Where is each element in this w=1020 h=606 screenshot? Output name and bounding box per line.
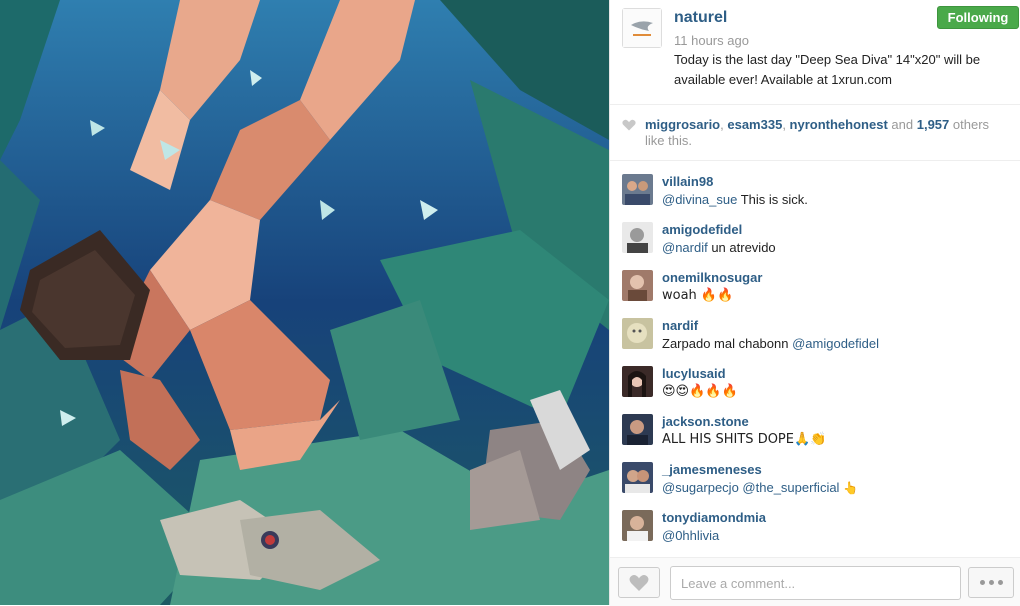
- more-dots-icon: [997, 580, 1003, 585]
- post-side-panel: naturel 11 hours ago Today is the last d…: [609, 0, 1020, 606]
- comment-text: @divina_sue This is sick.: [662, 192, 808, 207]
- post-caption: Today is the last day "Deep Sea Diva" 14…: [674, 52, 981, 87]
- more-dots-icon: [988, 580, 994, 585]
- comment-item: amigodefidel @nardif un atrevido: [610, 219, 1020, 267]
- post-header: naturel 11 hours ago Today is the last d…: [610, 0, 1020, 105]
- comment-emoji: 👆: [839, 481, 859, 495]
- likes-count[interactable]: 1,957: [917, 117, 950, 132]
- comment-mention[interactable]: @nardif: [662, 240, 708, 255]
- likes-text: miggrosario, esam335, nyronthehonest and…: [645, 117, 990, 148]
- commenter-avatar[interactable]: [622, 270, 653, 301]
- comment-body: Zarpado mal chabonn: [662, 336, 793, 351]
- likes-summary: miggrosario, esam335, nyronthehonest and…: [610, 105, 1020, 161]
- commenter-username[interactable]: nardif: [662, 318, 698, 333]
- comment-mention[interactable]: @the_superficial: [742, 480, 839, 495]
- comment-mention[interactable]: @amigodefidel: [792, 336, 879, 351]
- commenter-avatar[interactable]: [622, 366, 653, 397]
- comment-mention[interactable]: @sugarpecjo: [662, 480, 739, 495]
- more-options-button[interactable]: [968, 567, 1014, 598]
- comment-text: @sugarpecjo @the_superficial 👆: [662, 480, 858, 495]
- commenter-avatar[interactable]: [622, 510, 653, 541]
- author-avatar[interactable]: [622, 8, 662, 48]
- post-timestamp: 11 hours ago: [674, 33, 749, 48]
- comment-item: nardif Zarpado mal chabonn @amigodefidel: [610, 315, 1020, 363]
- commenter-username[interactable]: tonydiamondmia: [662, 510, 766, 525]
- comment-body: 😍😍🔥🔥🔥: [662, 384, 738, 399]
- commenter-avatar[interactable]: [622, 222, 653, 253]
- comment-body: woah 🔥🔥: [662, 288, 734, 303]
- bird-logo-icon: [623, 9, 661, 47]
- comment-body: This is sick.: [737, 192, 808, 207]
- likes-and: and: [891, 117, 914, 132]
- comment-item: onemilknosugar woah 🔥🔥: [610, 267, 1020, 315]
- commenter-username[interactable]: onemilknosugar: [662, 270, 762, 285]
- comment-item: villain98 @divina_sue This is sick.: [610, 171, 1020, 219]
- commenter-avatar[interactable]: [622, 414, 653, 445]
- commenter-username[interactable]: lucylusaid: [662, 366, 726, 381]
- liker-link[interactable]: esam335: [727, 117, 782, 132]
- commenter-username[interactable]: villain98: [662, 174, 713, 189]
- comment-text: Zarpado mal chabonn @amigodefidel: [662, 336, 879, 351]
- post-image[interactable]: [0, 0, 609, 605]
- liker-link[interactable]: nyronthehonest: [790, 117, 888, 132]
- comment-bar: [610, 557, 1020, 606]
- comment-input[interactable]: [670, 566, 961, 600]
- like-button[interactable]: [618, 567, 660, 598]
- liker-link[interactable]: miggrosario: [645, 117, 720, 132]
- post-viewer: naturel 11 hours ago Today is the last d…: [0, 0, 1020, 606]
- comment-item: _jamesmeneses @sugarpecjo @the_superfici…: [610, 459, 1020, 507]
- comment-item: tonydiamondmia @0hhlivia: [610, 507, 1020, 555]
- heart-icon: [622, 119, 636, 131]
- comment-item: jackson.stone ALL HIS SHITS DOPE🙏👏: [610, 411, 1020, 459]
- comment-body: un atrevido: [707, 240, 776, 255]
- following-button[interactable]: Following: [937, 6, 1019, 29]
- comment-mention[interactable]: @0hhlivia: [662, 528, 719, 543]
- author-username[interactable]: naturel: [674, 9, 727, 27]
- comment-item: lucylusaid 😍😍🔥🔥🔥: [610, 363, 1020, 411]
- comment-body: ALL HIS SHITS DOPE🙏👏: [662, 432, 827, 447]
- comment-text: @0hhlivia: [662, 528, 719, 543]
- commenter-avatar[interactable]: [622, 318, 653, 349]
- comment-text: @nardif un atrevido: [662, 240, 776, 255]
- commenter-avatar[interactable]: [622, 462, 653, 493]
- deep-sea-diva-artwork: [0, 0, 609, 605]
- commenter-username[interactable]: _jamesmeneses: [662, 462, 762, 477]
- heart-icon: [629, 574, 649, 591]
- commenter-username[interactable]: amigodefidel: [662, 222, 742, 237]
- comment-mention[interactable]: @divina_sue: [662, 192, 737, 207]
- commenter-avatar[interactable]: [622, 174, 653, 205]
- more-dots-icon: [979, 580, 985, 585]
- commenter-username[interactable]: jackson.stone: [662, 414, 749, 429]
